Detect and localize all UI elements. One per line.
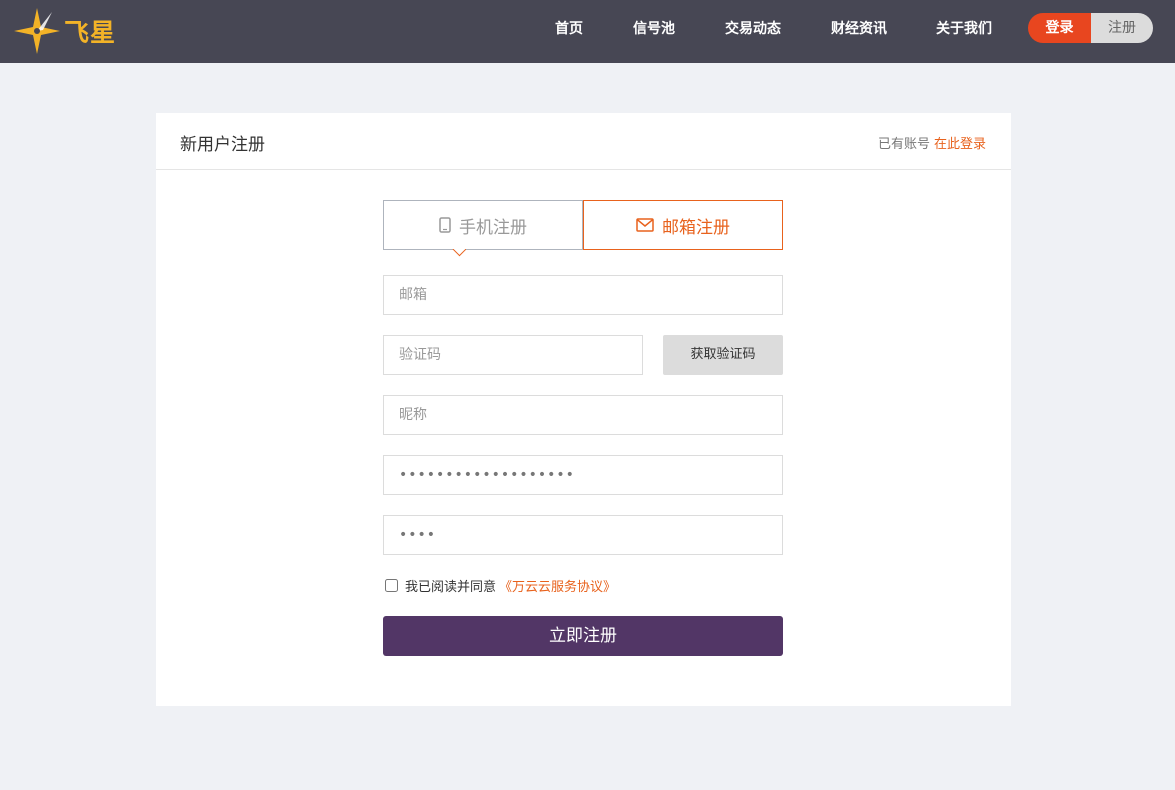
nav-item-home[interactable]: 首页 — [555, 0, 583, 58]
get-verification-code-button[interactable]: 获取验证码 — [663, 335, 783, 375]
confirm-password-input[interactable] — [383, 515, 783, 555]
nav-item-signal-pool[interactable]: 信号池 — [633, 0, 675, 58]
login-button[interactable]: 登录 — [1028, 13, 1091, 43]
verification-code-input[interactable] — [383, 335, 643, 375]
service-agreement-link[interactable]: 《万云云服务协议》 — [499, 576, 616, 595]
register-button[interactable]: 注册 — [1091, 13, 1153, 43]
tab-phone-label: 手机注册 — [459, 217, 527, 238]
phone-icon — [439, 217, 451, 233]
nav-item-trade-activity[interactable]: 交易动态 — [725, 0, 781, 58]
password-input[interactable] — [383, 455, 783, 495]
tab-email-register[interactable]: 邮箱注册 — [583, 200, 783, 250]
nav-item-finance-news[interactable]: 财经资讯 — [831, 0, 887, 58]
star-compass-icon — [14, 8, 60, 54]
mail-icon — [636, 218, 654, 232]
tab-phone-register[interactable]: 手机注册 — [383, 200, 583, 250]
login-hint: 已有账号 在此登录 — [878, 133, 986, 152]
tab-email-label: 邮箱注册 — [662, 217, 730, 238]
agreement-row: 我已阅读并同意 《万云云服务协议》 — [385, 576, 616, 595]
register-method-tabs: 手机注册 邮箱注册 — [383, 200, 783, 250]
brand-name: 飞星 — [64, 18, 117, 47]
active-tab-pointer — [452, 249, 466, 263]
card-header: 新用户注册 已有账号 在此登录 — [156, 113, 1011, 170]
nickname-input[interactable] — [383, 395, 783, 435]
page-title: 新用户注册 — [180, 135, 265, 155]
register-card: 新用户注册 已有账号在此登录 手机注册 邮箱注册 获取验证码 我已阅读并同意《万… — [156, 113, 1011, 706]
top-navigation-bar: 飞星 首页 信号池 交易动态 财经资讯 关于我们 登录 注册 — [0, 0, 1175, 63]
register-submit-button[interactable]: 立即注册 — [383, 616, 783, 656]
login-here-link[interactable]: 在此登录 — [934, 137, 986, 152]
nav-item-about-us[interactable]: 关于我们 — [936, 0, 992, 58]
email-input[interactable] — [383, 275, 783, 315]
auth-button-group: 登录 注册 — [1028, 13, 1153, 43]
brand-logo[interactable]: 飞星 — [12, 6, 122, 56]
agree-text: 我已阅读并同意 — [405, 579, 497, 595]
agree-checkbox[interactable] — [385, 578, 398, 592]
has-account-text: 已有账号 — [877, 137, 930, 152]
